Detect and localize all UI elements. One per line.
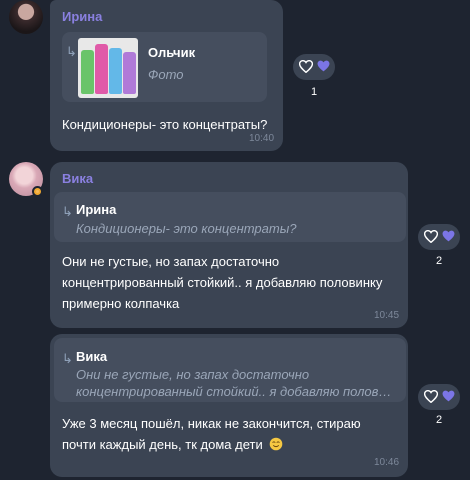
message-bubble-3[interactable]: ↳ Вика Они не густые, но запах достаточн… [50,334,408,477]
message-line: концентрированный стойкий.. я добавляю п… [62,275,383,290]
heart-filled-icon [442,390,455,402]
reply-quote[interactable]: ↳ Ольчик Фото [62,32,267,102]
sender-name[interactable]: Ирина [62,9,102,24]
smiling-emoji-icon [270,437,283,451]
message-text: Уже 3 месяц пошёл, никак не закончится, … [62,413,361,455]
reaction-count: 2 [435,255,443,267]
message-line-text: почти каждый день, тк дома дети [62,437,263,452]
heart-outline-icon [299,60,313,73]
reply-arrow-icon: ↳ [66,44,77,59]
reply-text: Кондиционеры- это концентраты? [76,221,297,236]
message-bubble-2[interactable]: Вика ↳ Ирина Кондиционеры- это концентра… [50,162,408,328]
avatar-irina[interactable] [9,0,43,34]
reaction-pill[interactable] [418,224,460,250]
heart-outline-icon [424,230,438,243]
message-time: 10:40 [249,133,275,144]
message-time: 10:46 [374,457,400,468]
reaction-count: 1 [310,86,318,98]
heart-filled-icon [317,60,330,72]
sender-name[interactable]: Вика [62,171,93,186]
reply-arrow-icon: ↳ [62,351,73,366]
reply-author: Ирина [76,202,117,217]
reply-text-line: концентрированный стойкий.. я добавляю п… [76,384,396,399]
reaction-count: 2 [435,414,443,426]
message-line: Они не густые, но запах достаточно [62,254,280,269]
reply-arrow-icon: ↳ [62,204,73,219]
message-line: Уже 3 месяц пошёл, никак не закончится, … [62,416,361,431]
reply-text: Фото [148,67,184,82]
message-line: примерно колпачка [62,296,180,311]
message-bubble-1[interactable]: Ирина ↳ Ольчик Фото Кондиционеры- это ко… [50,0,283,151]
reply-text-line: Они не густые, но запах достаточно [76,367,310,382]
reaction-pill[interactable] [293,54,335,80]
heart-filled-icon [442,230,455,242]
status-badge [32,186,43,197]
message-text: Кондиционеры- это концентраты? [62,117,268,132]
message-time: 10:45 [374,310,400,321]
reaction-pill[interactable] [418,384,460,410]
reply-author: Ольчик [148,45,196,60]
reply-author: Вика [76,349,108,364]
message-line: почти каждый день, тк дома дети [62,434,361,455]
heart-outline-icon [424,390,438,403]
message-text: Они не густые, но запах достаточно конце… [62,251,382,314]
reply-quote[interactable]: ↳ Ирина Кондиционеры- это концентраты? [54,192,406,242]
reply-quote[interactable]: ↳ Вика Они не густые, но запах достаточн… [54,338,406,402]
photo-thumbnail[interactable] [78,38,138,98]
